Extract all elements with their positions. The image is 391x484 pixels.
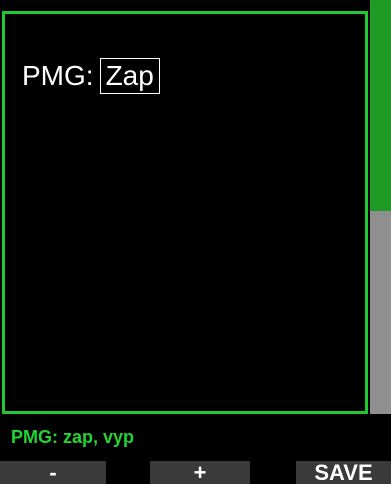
minus-button[interactable]: - — [0, 461, 106, 484]
pmg-setting-value[interactable]: Zap — [99, 58, 160, 94]
hint-text: PMG: zap, vyp — [11, 427, 135, 447]
dive-computer-screen: PMG: Zap PMG: zap, vyp - + SAVE — [0, 0, 391, 484]
plus-button[interactable]: + — [150, 461, 250, 484]
settings-panel: PMG: Zap — [2, 11, 368, 414]
softkey-bar: - + SAVE — [0, 461, 391, 484]
pmg-setting-row[interactable]: PMG: Zap — [22, 58, 160, 94]
pmg-setting-label: PMG: — [22, 60, 94, 91]
scrollbar[interactable] — [370, 0, 391, 414]
scrollbar-thumb[interactable] — [370, 0, 391, 211]
scrollbar-track — [370, 211, 391, 414]
save-button[interactable]: SAVE — [296, 461, 391, 484]
